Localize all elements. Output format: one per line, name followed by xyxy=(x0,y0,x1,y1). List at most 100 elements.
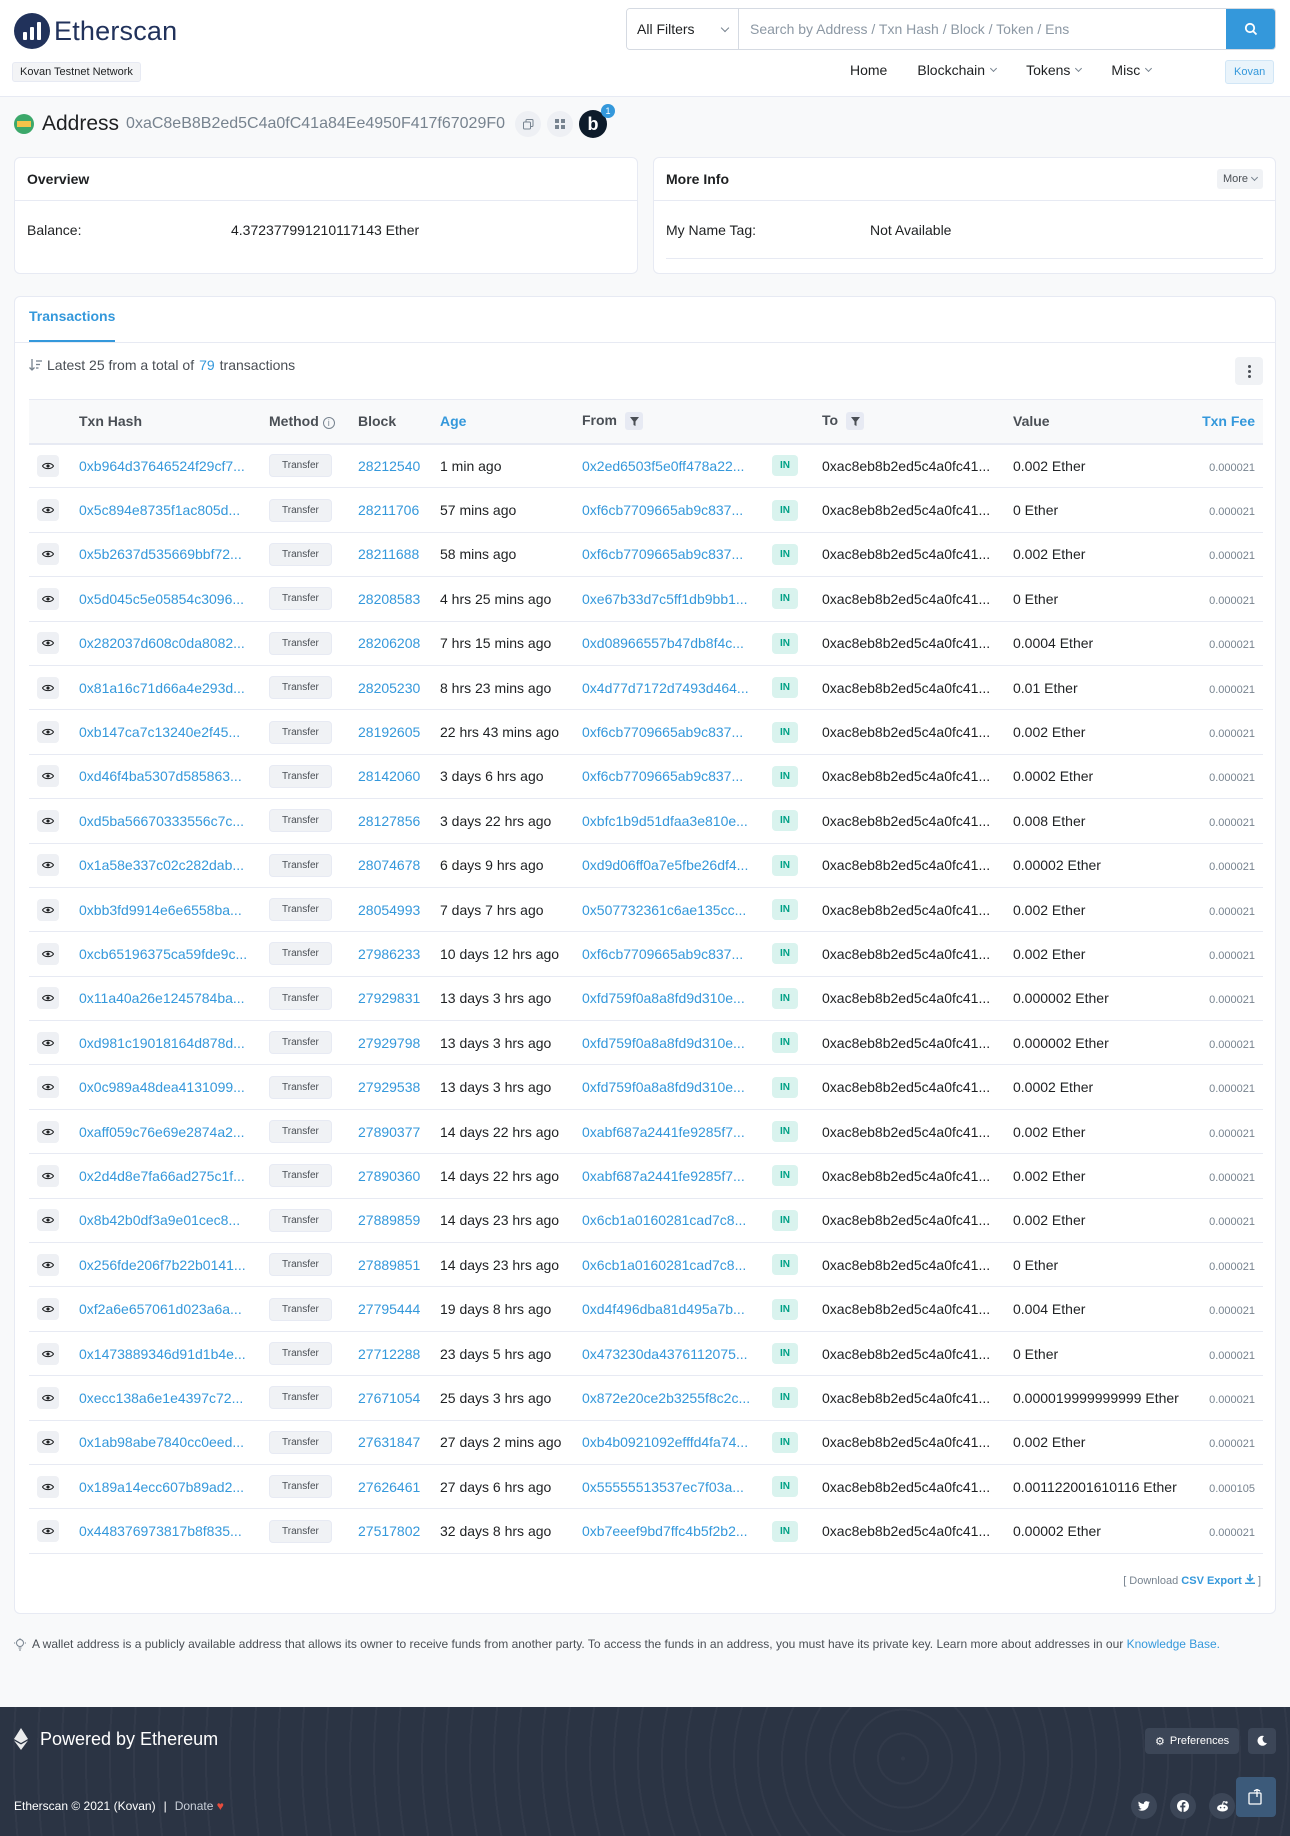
twitter-icon[interactable] xyxy=(1131,1793,1157,1819)
txn-hash-link[interactable]: 0xecc138a6e1e4397c72... xyxy=(79,1390,243,1406)
eye-icon[interactable] xyxy=(37,454,59,477)
from-address-link[interactable]: 0x55555513537ec7f03a... xyxy=(582,1479,744,1495)
txn-hash-link[interactable]: 0x5d045c5e05854c3096... xyxy=(79,591,244,607)
knowledge-base-link[interactable]: Knowledge Base. xyxy=(1127,1637,1220,1651)
eye-icon[interactable] xyxy=(37,1475,59,1498)
block-link[interactable]: 28211706 xyxy=(358,502,419,518)
eye-icon[interactable] xyxy=(37,1164,59,1187)
eye-icon[interactable] xyxy=(37,854,59,877)
from-address-link[interactable]: 0x4d77d7172d7493d464... xyxy=(582,680,749,696)
block-link[interactable]: 27929538 xyxy=(358,1079,420,1095)
block-link[interactable]: 27517802 xyxy=(358,1523,420,1539)
tab-transactions[interactable]: Transactions xyxy=(29,308,116,342)
from-address-link[interactable]: 0xb7eeef9bd7ffc4b5f2b2... xyxy=(582,1523,748,1539)
from-address-link[interactable]: 0xabf687a2441fe9285f7... xyxy=(582,1168,745,1184)
block-link[interactable]: 27929798 xyxy=(358,1035,420,1051)
from-address-link[interactable]: 0x6cb1a0160281cad7c8... xyxy=(582,1212,746,1228)
block-link[interactable]: 27626461 xyxy=(358,1479,420,1495)
txn-hash-link[interactable]: 0x448376973817b8f835... xyxy=(79,1523,242,1539)
col-age[interactable]: Age xyxy=(432,399,574,445)
block-link[interactable]: 27986233 xyxy=(358,946,420,962)
block-link[interactable]: 27889859 xyxy=(358,1212,420,1228)
eye-icon[interactable] xyxy=(37,543,59,566)
block-link[interactable]: 28192605 xyxy=(358,724,420,740)
txn-hash-link[interactable]: 0xb147ca7c13240e2f45... xyxy=(79,724,240,740)
qr-code-button[interactable] xyxy=(547,111,574,137)
from-address-link[interactable]: 0xf6cb7709665ab9c837... xyxy=(582,946,743,962)
more-dropdown-button[interactable]: More xyxy=(1216,169,1263,189)
nav-home[interactable]: Home xyxy=(850,62,887,78)
info-icon[interactable]: i xyxy=(322,417,335,430)
more-options-button[interactable] xyxy=(1235,357,1263,385)
from-address-link[interactable]: 0x872e20ce2b3255f8c2c... xyxy=(582,1390,750,1406)
from-address-link[interactable]: 0x6cb1a0160281cad7c8... xyxy=(582,1257,746,1273)
eye-icon[interactable] xyxy=(37,1120,59,1143)
from-address-link[interactable]: 0xf6cb7709665ab9c837... xyxy=(582,546,743,562)
txn-hash-link[interactable]: 0x2d4d8e7fa66ad275c1f... xyxy=(79,1168,245,1184)
from-address-link[interactable]: 0xf6cb7709665ab9c837... xyxy=(582,768,743,784)
donate-link[interactable]: Donate ♥ xyxy=(175,1799,224,1813)
block-link[interactable]: 28205230 xyxy=(358,680,420,696)
from-address-link[interactable]: 0x2ed6503f5e0ff478a22... xyxy=(582,458,744,474)
block-link[interactable]: 27795444 xyxy=(358,1301,420,1317)
eye-icon[interactable] xyxy=(37,676,59,699)
txn-hash-link[interactable]: 0xcb65196375ca59fde9c... xyxy=(79,946,247,962)
txn-hash-link[interactable]: 0xb964d37646524f29cf7... xyxy=(79,458,245,474)
blockscan-chat-button[interactable]: b 1 xyxy=(579,104,616,138)
block-link[interactable]: 28211688 xyxy=(358,546,419,562)
eye-icon[interactable] xyxy=(37,942,59,965)
txn-hash-link[interactable]: 0x282037d608c0da8082... xyxy=(79,635,245,651)
filter-icon[interactable] xyxy=(625,412,643,431)
txn-hash-link[interactable]: 0x11a40a26e1245784ba... xyxy=(79,990,245,1006)
csv-export-link[interactable]: CSV Export xyxy=(1181,1575,1242,1587)
from-address-link[interactable]: 0xe67b33d7c5ff1db9bb1... xyxy=(582,591,748,607)
txn-hash-link[interactable]: 0xd46f4ba5307d585863... xyxy=(79,768,242,784)
txn-hash-link[interactable]: 0x189a14ecc607b89ad2... xyxy=(79,1479,244,1495)
from-address-link[interactable]: 0xf6cb7709665ab9c837... xyxy=(582,502,743,518)
nav-misc[interactable]: Misc xyxy=(1111,62,1153,78)
filter-icon[interactable] xyxy=(846,412,865,431)
from-address-link[interactable]: 0xf6cb7709665ab9c837... xyxy=(582,724,743,740)
block-link[interactable]: 28212540 xyxy=(358,458,420,474)
eye-icon[interactable] xyxy=(37,1298,59,1321)
etherscan-logo[interactable]: Etherscan xyxy=(14,13,177,49)
block-link[interactable]: 28142060 xyxy=(358,768,420,784)
eye-icon[interactable] xyxy=(37,587,59,610)
txn-hash-link[interactable]: 0x0c989a48dea4131099... xyxy=(79,1079,245,1095)
txn-hash-link[interactable]: 0x1a58e337c02c282dab... xyxy=(79,857,244,873)
eye-icon[interactable] xyxy=(37,499,59,522)
filter-select[interactable]: All Filters xyxy=(627,9,739,49)
txn-hash-link[interactable]: 0x81a16c71d66a4e293d... xyxy=(79,680,245,696)
scroll-to-top-button[interactable] xyxy=(1236,1777,1276,1817)
block-link[interactable]: 27631847 xyxy=(358,1434,420,1450)
block-link[interactable]: 28206208 xyxy=(358,635,420,651)
eye-icon[interactable] xyxy=(37,1386,59,1409)
from-address-link[interactable]: 0xfd759f0a8a8fd9d310e... xyxy=(582,990,745,1006)
col-txn-fee[interactable]: Txn Fee xyxy=(1192,399,1263,445)
txn-hash-link[interactable]: 0xf2a6e657061d023a6a... xyxy=(79,1301,242,1317)
block-link[interactable]: 27671054 xyxy=(358,1390,420,1406)
from-address-link[interactable]: 0xb4b0921092efffd4fa74... xyxy=(582,1434,748,1450)
from-address-link[interactable]: 0xbfc1b9d51dfaa3e810e... xyxy=(582,813,748,829)
from-address-link[interactable]: 0xd08966557b47db8f4c... xyxy=(582,635,744,651)
from-address-link[interactable]: 0xd9d06ff0a7e5fbe26df4... xyxy=(582,857,748,873)
txn-hash-link[interactable]: 0x1ab98abe7840cc0eed... xyxy=(79,1434,244,1450)
block-link[interactable]: 27889851 xyxy=(358,1257,420,1273)
block-link[interactable]: 27890377 xyxy=(358,1124,420,1140)
reddit-icon[interactable] xyxy=(1209,1793,1235,1819)
block-link[interactable]: 28127856 xyxy=(358,813,420,829)
nav-blockchain[interactable]: Blockchain xyxy=(917,62,998,78)
eye-icon[interactable] xyxy=(37,632,59,655)
search-input[interactable] xyxy=(739,9,1226,49)
from-address-link[interactable]: 0xfd759f0a8a8fd9d310e... xyxy=(582,1079,745,1095)
block-link[interactable]: 27712288 xyxy=(358,1346,420,1362)
search-button[interactable] xyxy=(1226,9,1275,49)
from-address-link[interactable]: 0xabf687a2441fe9285f7... xyxy=(582,1124,745,1140)
txn-hash-link[interactable]: 0xaff059c76e69e2874a2... xyxy=(79,1124,245,1140)
preferences-button[interactable]: ⚙ Preferences xyxy=(1145,1728,1240,1754)
txn-hash-link[interactable]: 0xd981c19018164d878d... xyxy=(79,1035,245,1051)
eye-icon[interactable] xyxy=(37,1342,59,1365)
block-link[interactable]: 28054993 xyxy=(358,902,420,918)
eye-icon[interactable] xyxy=(37,721,59,744)
txn-hash-link[interactable]: 0x1473889346d91d1b4e... xyxy=(79,1346,246,1362)
